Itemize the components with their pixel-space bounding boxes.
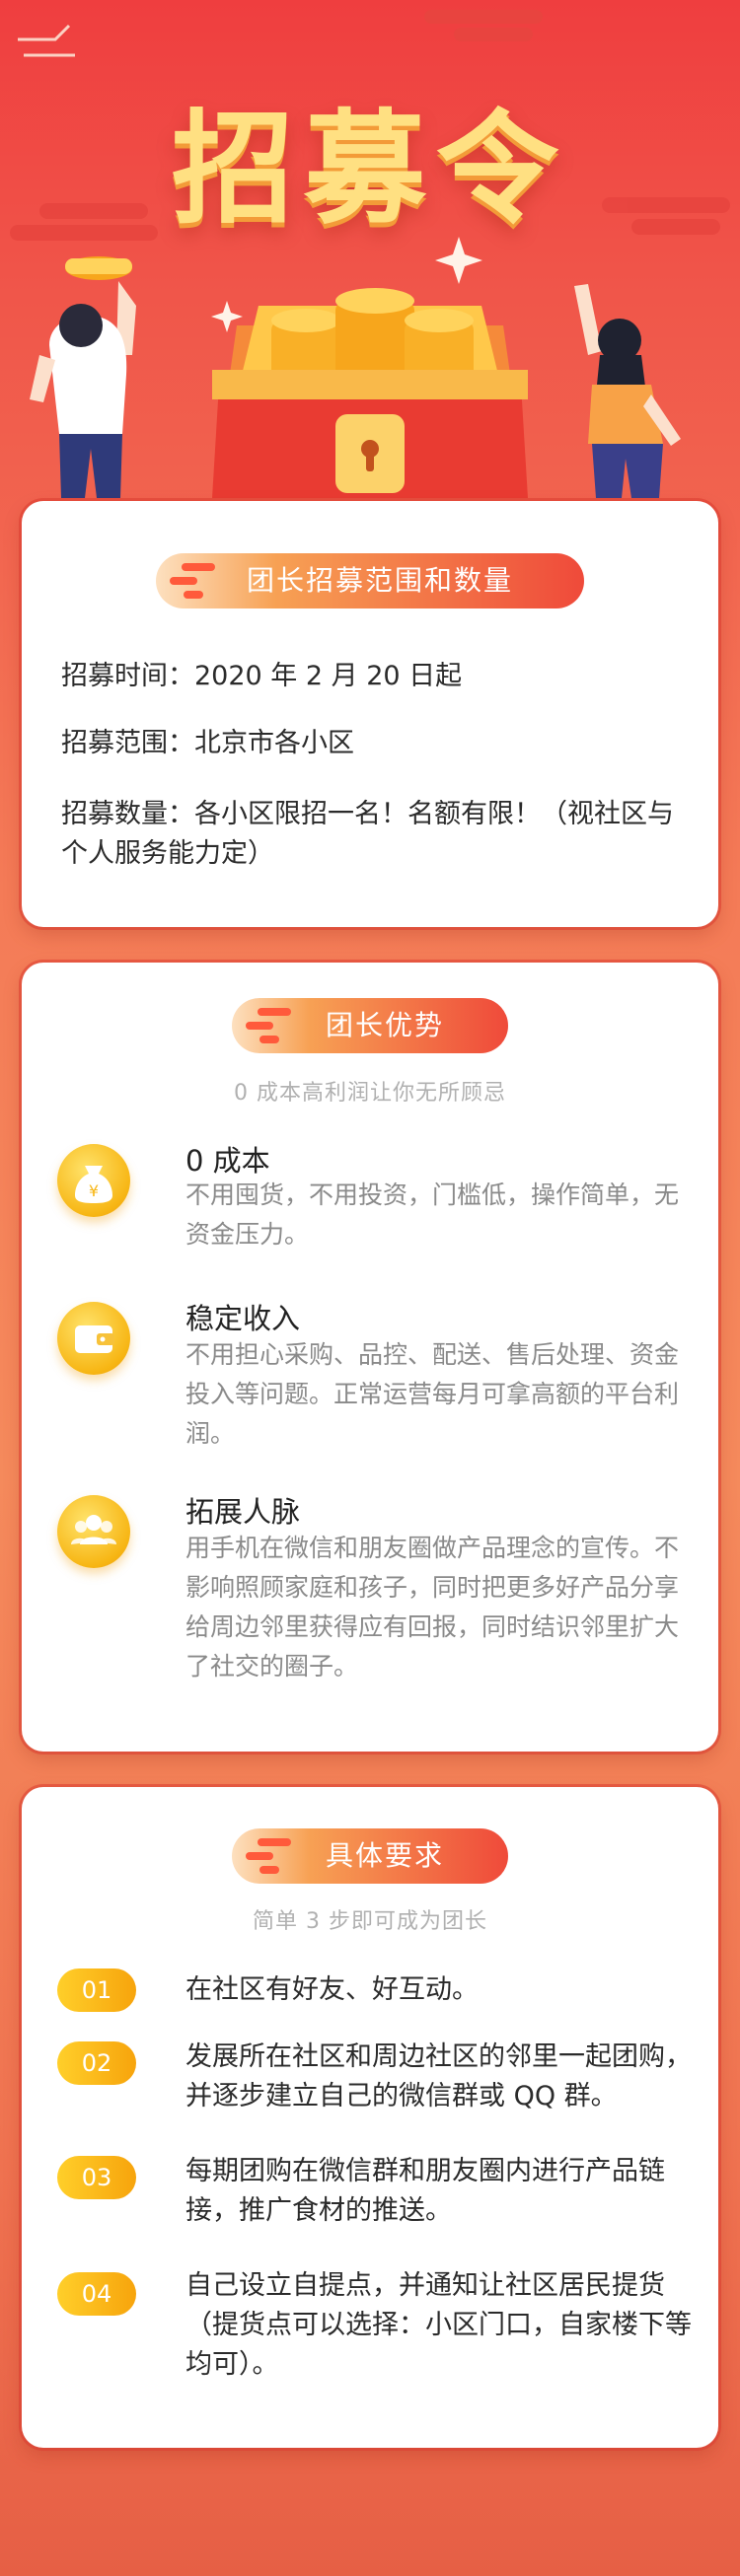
section-heading-pill: 具体要求 xyxy=(232,1828,508,1884)
advantage-text: 用手机在微信和朋友圈做产品理念的宣传。不影响照顾家庭和孩子，同时把更多好产品分享… xyxy=(185,1534,680,1681)
section-heading-text: 团长优势 xyxy=(325,1009,444,1041)
recruit-scope-card: 团长招募范围和数量 招募时间：2020 年 2 月 20 日起 招募范围：北京市… xyxy=(22,501,718,927)
page-title: 招募令 xyxy=(171,99,568,241)
man-figure xyxy=(30,256,136,498)
money-bag-icon: ¥ xyxy=(57,1144,130,1217)
dash-decoration-icon xyxy=(170,563,217,599)
section-heading-text: 具体要求 xyxy=(325,1839,444,1872)
recruit-range-text: 招募范围：北京市各小区 xyxy=(61,728,354,758)
logo-mark xyxy=(18,24,75,57)
step-number-badge: 03 xyxy=(57,2156,136,2199)
recruit-quota-text: 招募数量：各小区限招一名！名额有限！（视社区与个人服务能力定） xyxy=(61,799,674,869)
step-number-badge: 02 xyxy=(57,2041,136,2085)
people-icon xyxy=(57,1495,130,1568)
step-number-badge: 04 xyxy=(57,2272,136,2316)
step-number-badge: 01 xyxy=(57,1968,136,2012)
recruit-time-text: 招募时间：2020 年 2 月 20 日起 xyxy=(61,661,463,691)
advantage-title: 0 成本 xyxy=(185,1144,270,1178)
step-text: 在社区有好友、好互动。 xyxy=(185,1974,479,2005)
advantage-title: 稳定收入 xyxy=(185,1302,301,1335)
step-text: 发展所在社区和周边社区的邻里一起团购，并逐步建立自己的微信群或 QQ 群。 xyxy=(185,2041,692,2111)
svg-text:¥: ¥ xyxy=(89,1181,99,1200)
advantages-card: 团长优势 0 成本高利润让你无所顾忌 ¥ 0 成本 不用囤货，不用投资，门槛低，… xyxy=(22,963,718,1752)
dash-decoration-icon xyxy=(246,1838,293,1874)
wallet-icon xyxy=(57,1302,130,1375)
hero-banner: 招募令 xyxy=(0,0,740,513)
step-text: 自己设立自提点，并通知让社区居民提货（提货点可以选择：小区门口，自家楼下等均可）… xyxy=(185,2270,692,2380)
woman-figure xyxy=(574,284,681,498)
advantage-text: 不用担心采购、品控、配送、售后处理、资金投入等问题。正常运营每月可拿高额的平台利… xyxy=(185,1340,680,1448)
section-subtitle: 0 成本高利润让你无所顾忌 xyxy=(234,1081,506,1106)
section-heading-text: 团长招募范围和数量 xyxy=(246,564,513,597)
dash-decoration-icon xyxy=(246,1008,293,1043)
advantage-text: 不用囤货，不用投资，门槛低，操作简单，无资金压力。 xyxy=(185,1181,680,1249)
section-heading-pill: 团长招募范围和数量 xyxy=(156,553,584,608)
section-subtitle: 简单 3 步即可成为团长 xyxy=(253,1909,487,1934)
requirements-card: 具体要求 简单 3 步即可成为团长 01 在社区有好友、好互动。 02 发展所在… xyxy=(22,1787,718,2448)
step-text: 每期团购在微信群和朋友圈内进行产品链接，推广食材的推送。 xyxy=(185,2156,665,2226)
advantage-title: 拓展人脉 xyxy=(185,1495,301,1529)
section-heading-pill: 团长优势 xyxy=(232,998,508,1053)
